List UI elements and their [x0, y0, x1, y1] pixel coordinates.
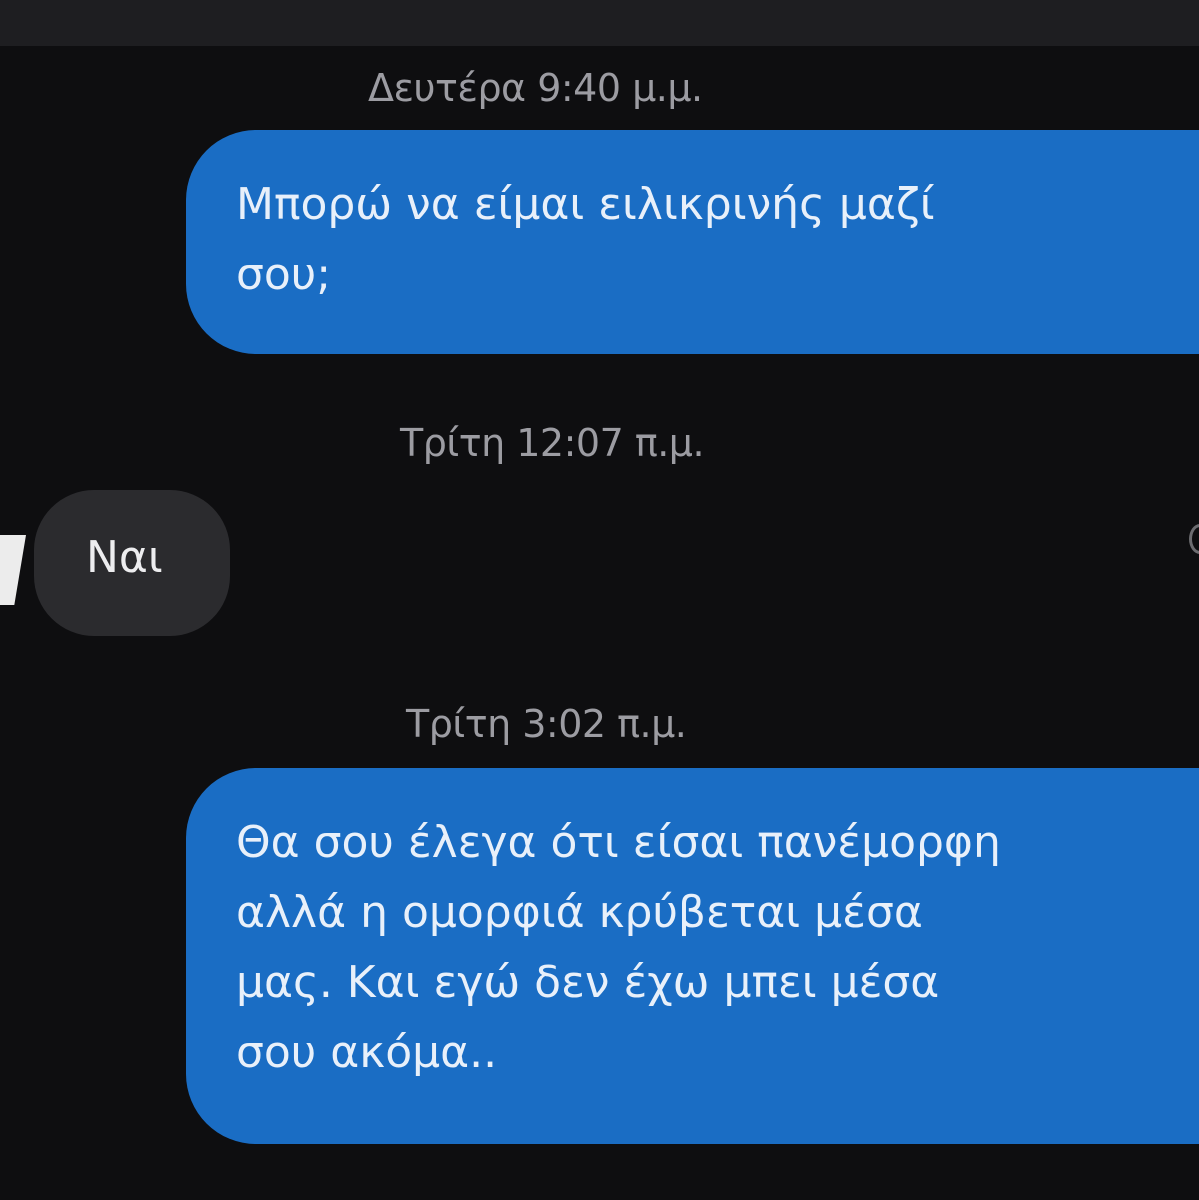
message-text: Θα σου έλεγα ότι είσαι πανέμορφη αλλά η … — [236, 817, 1001, 1078]
message-timestamp: Δευτέρα 9:40 μ.μ. — [368, 66, 703, 110]
message-text: Ναι — [86, 532, 163, 583]
message-timestamp: Τρίτη 12:07 π.μ. — [400, 421, 705, 465]
outgoing-message-bubble[interactable]: Μπορώ να είμαι ειλικρινής μαζί σου; — [186, 130, 1199, 354]
message-timestamp: Τρίτη 3:02 π.μ. — [406, 702, 687, 746]
message-text: Μπορώ να είμαι ειλικρινής μαζί σου; — [236, 179, 935, 300]
top-bar — [0, 0, 1199, 46]
outgoing-message-bubble[interactable]: Θα σου έλεγα ότι είσαι πανέμορφη αλλά η … — [186, 768, 1199, 1144]
incoming-message-bubble[interactable]: Ναι — [34, 490, 230, 636]
